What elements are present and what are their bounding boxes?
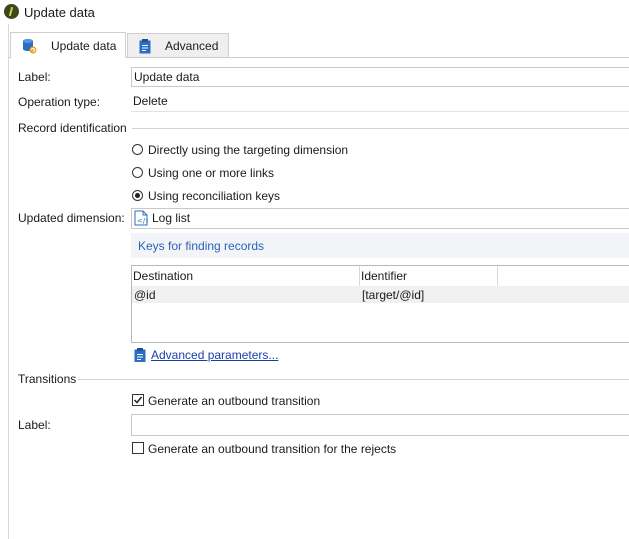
tab-label: Advanced bbox=[165, 38, 219, 53]
schema-icon: </> bbox=[134, 210, 151, 226]
radio-label: Using reconciliation keys bbox=[148, 189, 281, 203]
window-title: Update data bbox=[24, 5, 95, 20]
operation-type-caption: Operation type: bbox=[18, 95, 101, 109]
transition-label-caption: Label: bbox=[18, 418, 51, 432]
column-header-destination[interactable]: Destination bbox=[133, 269, 193, 283]
radio-reconciliation-keys[interactable] bbox=[132, 190, 143, 201]
tab-label: Update data bbox=[51, 38, 117, 53]
checkbox-label: Generate an outbound transition for the … bbox=[148, 442, 397, 456]
label-field[interactable]: Update data bbox=[131, 67, 629, 87]
generate-rejects-checkbox[interactable] bbox=[132, 442, 144, 454]
radio-label: Using one or more links bbox=[148, 166, 275, 180]
column-separator bbox=[359, 266, 360, 286]
radio-links[interactable] bbox=[132, 167, 143, 178]
tab-update-data[interactable]: Update data bbox=[10, 32, 126, 58]
generate-outbound-checkbox[interactable] bbox=[132, 394, 144, 406]
advanced-parameters-link[interactable]: Advanced parameters... bbox=[151, 348, 278, 362]
checkbox-label: Generate an outbound transition bbox=[148, 394, 321, 408]
radio-targeting-dimension[interactable] bbox=[132, 144, 143, 155]
updated-dimension-caption: Updated dimension: bbox=[18, 211, 125, 225]
app-icon bbox=[4, 4, 19, 19]
tab-advanced[interactable]: Advanced bbox=[127, 33, 229, 57]
clipboard-icon bbox=[133, 347, 147, 363]
transitions-title: Transitions bbox=[18, 372, 77, 386]
column-header-identifier[interactable]: Identifier bbox=[361, 269, 407, 283]
cell-destination: @id bbox=[134, 288, 156, 302]
column-separator bbox=[497, 266, 498, 286]
cell-identifier: [target/@id] bbox=[362, 288, 425, 302]
updated-dimension-value: Log list bbox=[152, 211, 191, 225]
keys-title: Keys for finding records bbox=[138, 239, 265, 253]
updated-dimension-field[interactable] bbox=[131, 208, 629, 229]
label-caption: Label: bbox=[18, 70, 51, 84]
section-divider bbox=[78, 379, 629, 380]
transition-label-field[interactable] bbox=[131, 414, 629, 436]
operation-type-select[interactable]: Delete bbox=[131, 92, 629, 112]
database-refresh-icon bbox=[21, 38, 37, 54]
checkmark-icon bbox=[133, 396, 143, 404]
svg-text:</>: </> bbox=[137, 217, 148, 225]
record-identification-title: Record identification bbox=[18, 121, 127, 135]
section-divider bbox=[132, 128, 629, 129]
radio-label: Directly using the targeting dimension bbox=[148, 143, 349, 157]
clipboard-icon bbox=[137, 38, 153, 54]
